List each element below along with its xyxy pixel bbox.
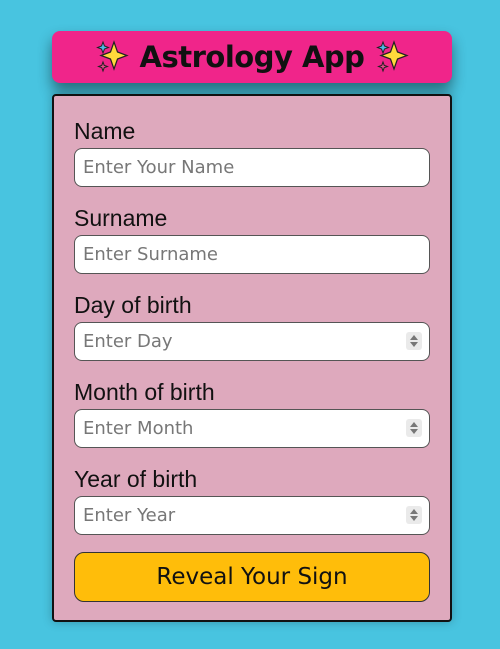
surname-input[interactable] bbox=[74, 235, 430, 274]
month-spinner[interactable] bbox=[406, 419, 422, 437]
spinner-up-icon[interactable] bbox=[410, 509, 418, 514]
spinner-down-icon[interactable] bbox=[410, 342, 418, 347]
app-title: Astrology App bbox=[139, 40, 365, 74]
day-of-birth-input[interactable] bbox=[74, 322, 430, 361]
year-of-birth-input[interactable] bbox=[74, 496, 430, 535]
sign-form-card: Name Surname Day of birth Month of birth… bbox=[52, 94, 452, 622]
spinner-down-icon[interactable] bbox=[410, 516, 418, 521]
spinner-up-icon[interactable] bbox=[410, 335, 418, 340]
day-spinner[interactable] bbox=[406, 332, 422, 350]
month-of-birth-field bbox=[74, 409, 430, 448]
day-of-birth-label: Day of birth bbox=[74, 292, 192, 318]
sparkles-icon bbox=[374, 39, 410, 75]
year-of-birth-label: Year of birth bbox=[74, 466, 198, 492]
month-of-birth-input[interactable] bbox=[74, 409, 430, 448]
sparkles-icon bbox=[94, 39, 130, 75]
month-of-birth-label: Month of birth bbox=[74, 379, 215, 405]
reveal-sign-button[interactable]: Reveal Your Sign bbox=[74, 552, 430, 602]
name-input[interactable] bbox=[74, 148, 430, 187]
year-spinner[interactable] bbox=[406, 506, 422, 524]
spinner-down-icon[interactable] bbox=[410, 429, 418, 434]
year-of-birth-field bbox=[74, 496, 430, 535]
day-of-birth-field bbox=[74, 322, 430, 361]
name-label: Name bbox=[74, 118, 136, 144]
surname-label: Surname bbox=[74, 205, 168, 231]
spinner-up-icon[interactable] bbox=[410, 422, 418, 427]
app-header: Astrology App bbox=[52, 31, 452, 83]
